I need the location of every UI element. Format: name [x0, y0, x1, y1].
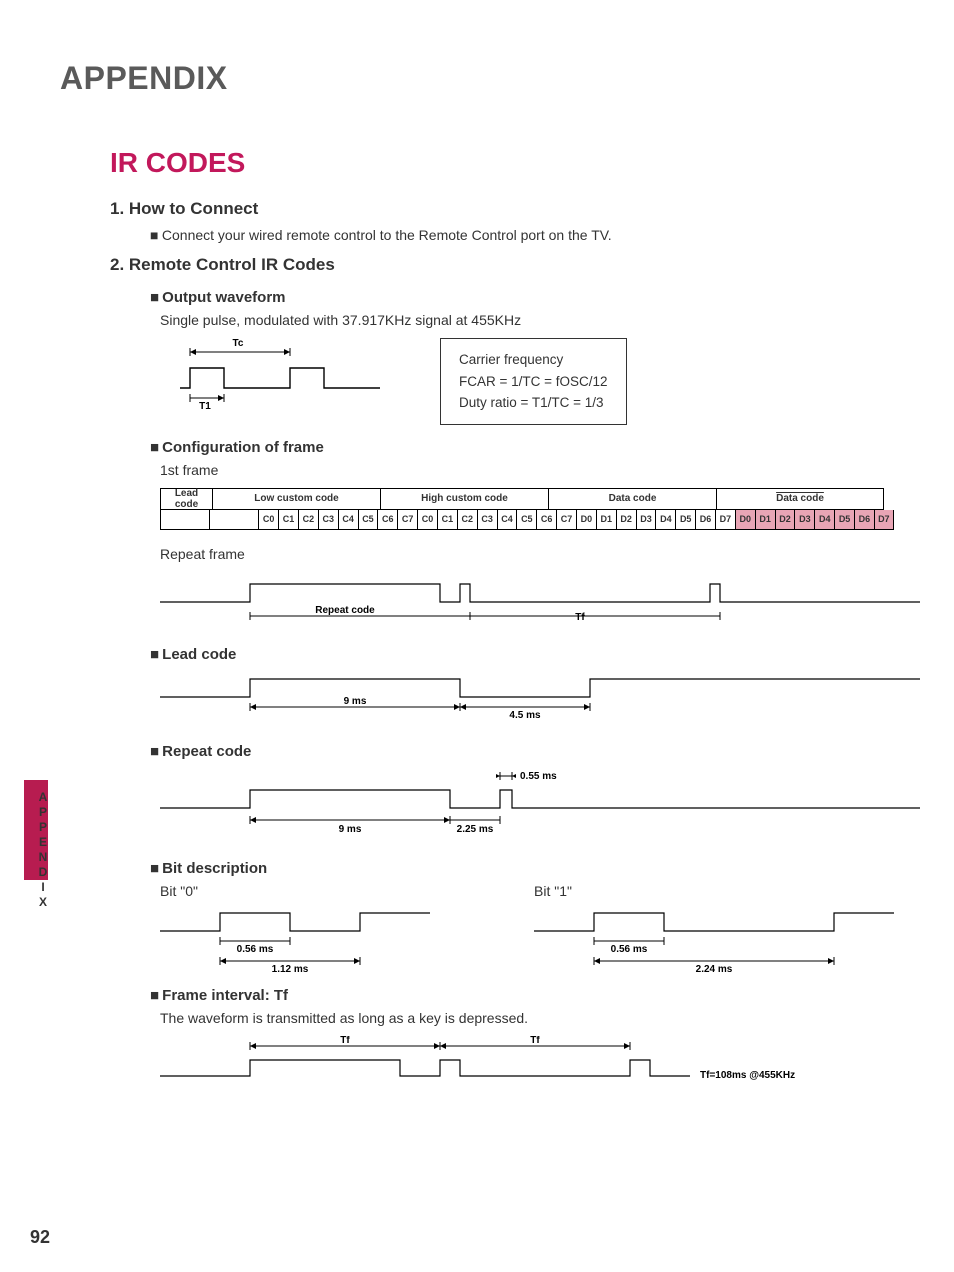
first-frame-label: 1st frame — [160, 462, 894, 478]
repeat-code-heading: ■ Repeat code — [150, 743, 894, 760]
ir-codes-heading: 2. Remote Control IR Codes — [110, 255, 894, 275]
bit1-diagram: 0.56 ms 2.24 ms — [534, 903, 894, 973]
repeat-code-label: Repeat code — [162, 743, 251, 760]
col-high-custom: High custom code — [380, 488, 548, 510]
bit-cell: D1 — [596, 510, 616, 530]
bit-cell: C7 — [556, 510, 576, 530]
bit-cell: D0 — [576, 510, 596, 530]
connect-body: ■ Connect your wired remote control to t… — [150, 227, 894, 243]
how-to-connect-heading: 1. How to Connect — [110, 199, 894, 219]
bit-cell: D5 — [834, 510, 854, 530]
svg-text:9 ms: 9 ms — [339, 824, 362, 835]
col-data-code-inv: Data code — [716, 488, 884, 510]
bit-cell: D6 — [854, 510, 874, 530]
carrier-frequency-box: Carrier frequency FCAR = 1/TC = fOSC/12 … — [440, 338, 627, 425]
bit-cell: C1 — [437, 510, 457, 530]
bit-cell: D0 — [735, 510, 755, 530]
frame-interval-diagram: Tf Tf Tf=108ms @455KHz — [160, 1036, 920, 1096]
lead-code-diagram: 9 ms 4.5 ms — [160, 669, 920, 729]
svg-text:9 ms: 9 ms — [344, 696, 367, 707]
svg-text:2.24 ms: 2.24 ms — [696, 964, 733, 973]
col-lead-code: Lead code — [160, 488, 212, 510]
bit-cell: D2 — [775, 510, 795, 530]
section-title: IR CODES — [110, 147, 894, 179]
svg-text:Tc: Tc — [233, 338, 244, 349]
bit0-diagram: 0.56 ms 1.12 ms — [160, 903, 460, 973]
bit-cell: D1 — [755, 510, 775, 530]
bit-cell: C2 — [457, 510, 477, 530]
bit0-label: Bit "0" — [160, 883, 474, 899]
connect-text: Connect your wired remote control to the… — [162, 227, 612, 243]
bit-cell: C0 — [258, 510, 278, 530]
bit-cell: D7 — [715, 510, 735, 530]
bit-cell: D3 — [636, 510, 656, 530]
lead-code-label: Lead code — [162, 646, 236, 663]
repeat-frame-diagram: Repeat code Tf — [160, 572, 920, 632]
frame-interval-label: Frame interval: Tf — [162, 987, 288, 1004]
config-frame-label: Configuration of frame — [162, 439, 324, 456]
svg-text:0.56 ms: 0.56 ms — [237, 944, 274, 955]
bit-cell: C6 — [536, 510, 556, 530]
svg-text:Tf: Tf — [575, 612, 585, 623]
config-frame-heading: ■ Configuration of frame — [150, 439, 894, 456]
output-waveform-label: Output waveform — [162, 289, 285, 306]
bit-cell: C5 — [516, 510, 536, 530]
carrier-pulse-diagram: Tc T1 — [180, 338, 380, 410]
frame-interval-heading: ■ Frame interval: Tf — [150, 987, 894, 1004]
bit-cell: D4 — [655, 510, 675, 530]
bit-cell: D7 — [874, 510, 894, 530]
page-number: 92 — [30, 1227, 50, 1248]
bit-cell: C5 — [358, 510, 378, 530]
svg-text:T1: T1 — [199, 401, 211, 410]
bit-cell: C3 — [477, 510, 497, 530]
svg-text:2.25 ms: 2.25 ms — [457, 824, 494, 835]
bit-cell: C1 — [278, 510, 298, 530]
carrier-title: Carrier frequency — [459, 349, 608, 371]
bit-cell: D5 — [675, 510, 695, 530]
appendix-heading: APPENDIX — [60, 60, 894, 97]
repeat-frame-label: Repeat frame — [160, 546, 894, 562]
bit-cell: C7 — [397, 510, 417, 530]
bit1-label: Bit "1" — [534, 883, 894, 899]
svg-text:Repeat code: Repeat code — [315, 605, 375, 616]
bit-cell: D6 — [695, 510, 715, 530]
bit-cell: C0 — [417, 510, 437, 530]
output-waveform-desc: Single pulse, modulated with 37.917KHz s… — [160, 312, 894, 328]
svg-text:0.55 ms: 0.55 ms — [520, 771, 557, 782]
bit-cell: C4 — [497, 510, 517, 530]
output-waveform-heading: ■ Output waveform — [150, 289, 894, 306]
svg-text:Tf: Tf — [530, 1036, 540, 1046]
bit-cell: C2 — [298, 510, 318, 530]
frame-table: Lead code Low custom code High custom co… — [160, 488, 894, 530]
bit-cell: D2 — [616, 510, 636, 530]
bit-cell: D4 — [814, 510, 834, 530]
col-data-code: Data code — [548, 488, 716, 510]
svg-text:0.56 ms: 0.56 ms — [611, 944, 648, 955]
bit-description-heading: ■ Bit description — [150, 860, 894, 877]
repeat-code-diagram: 0.55 ms 9 ms 2.25 ms — [160, 766, 920, 846]
bit-cell: C6 — [377, 510, 397, 530]
frame-interval-desc: The waveform is transmitted as long as a… — [160, 1010, 894, 1026]
side-label: APPENDIX — [36, 790, 50, 910]
svg-text:4.5 ms: 4.5 ms — [509, 710, 541, 721]
svg-text:1.12 ms: 1.12 ms — [272, 964, 309, 973]
lead-code-heading: ■ Lead code — [150, 646, 894, 663]
lead-gap-cell-2 — [209, 510, 258, 530]
bit-cell: D3 — [794, 510, 814, 530]
svg-text:Tf=108ms @455KHz: Tf=108ms @455KHz — [700, 1070, 795, 1081]
col-low-custom: Low custom code — [212, 488, 380, 510]
carrier-fcar: FCAR = 1/TC = fOSC/12 — [459, 371, 608, 393]
carrier-duty: Duty ratio = T1/TC = 1/3 — [459, 392, 608, 414]
bit-cell: C3 — [318, 510, 338, 530]
svg-text:Tf: Tf — [340, 1036, 350, 1046]
lead-gap-cell-1 — [160, 510, 209, 530]
bit-cell: C4 — [338, 510, 358, 530]
bit-description-label: Bit description — [162, 860, 267, 877]
